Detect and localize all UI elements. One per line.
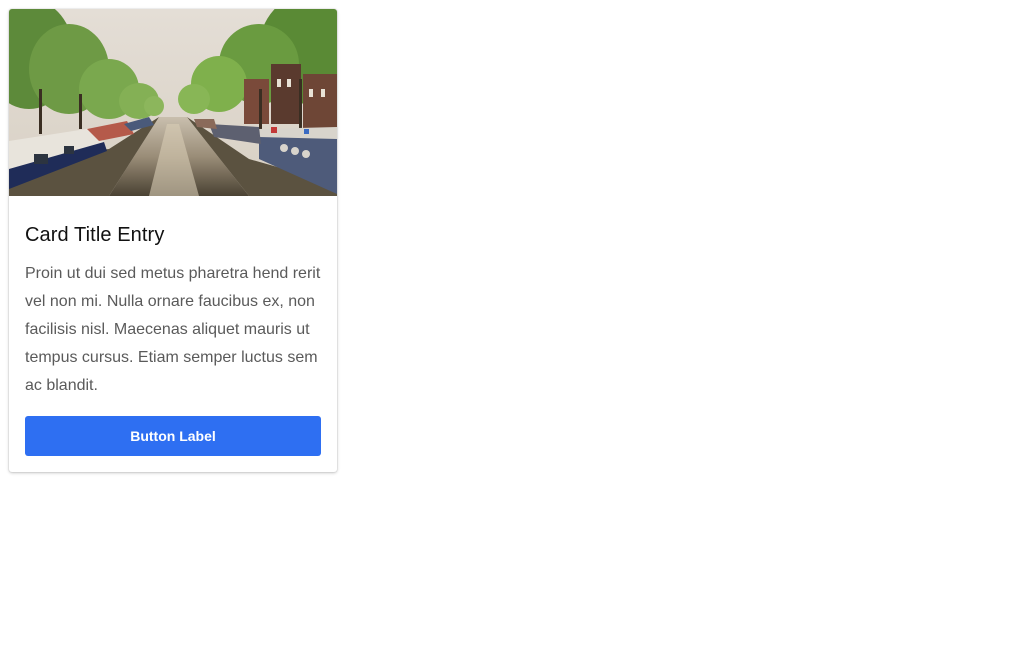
- card-action-button[interactable]: Button Label: [25, 416, 321, 456]
- card-title: Card Title Entry: [25, 224, 165, 246]
- card-description: Proin ut dui sed metus pharetra hend rer…: [25, 265, 321, 394]
- card: Card Title Entry Proin ut dui sed metus …: [9, 9, 337, 472]
- canal-photo: [9, 9, 337, 196]
- card-image: [9, 9, 337, 196]
